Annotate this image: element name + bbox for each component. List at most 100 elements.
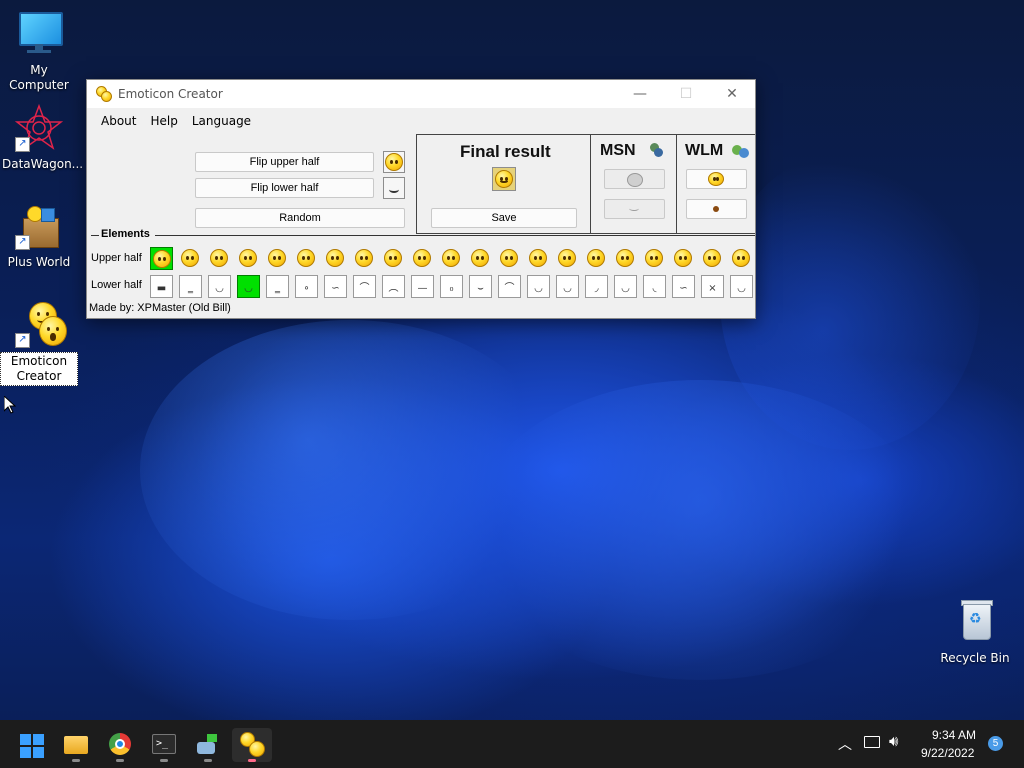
desktop-icon-my-computer[interactable]: My Computer <box>0 10 78 94</box>
lower-half-element[interactable]: — <box>411 275 434 298</box>
show-hidden-icons-button[interactable]: ︿ <box>838 734 852 754</box>
upper-half-label: Upper half <box>91 252 142 264</box>
upper-half-element[interactable] <box>527 247 550 270</box>
taskbar-emoticon-creator[interactable] <box>232 728 272 762</box>
flip-upper-half-button[interactable]: Flip upper half <box>195 152 374 172</box>
lower-half-element[interactable]: ∽ <box>672 275 695 298</box>
smiley-icon <box>495 170 513 188</box>
desktop-icon-emoticon-creator[interactable]: ↗ Emoticon Creator <box>0 300 78 386</box>
network-icon[interactable] <box>864 736 880 748</box>
upper-half-element[interactable] <box>208 247 231 270</box>
wlm-buddy-icon <box>732 143 750 159</box>
upper-half-element[interactable] <box>179 247 202 270</box>
mouth-shape-icon: ⌒ <box>504 282 515 294</box>
flip-lower-half-button[interactable]: Flip lower half <box>195 178 374 198</box>
upper-half-element[interactable] <box>469 247 492 270</box>
smiley-icon <box>616 249 634 267</box>
clock-date[interactable]: 9/22/2022 <box>921 746 974 760</box>
lower-half-element[interactable]: ◡ <box>556 275 579 298</box>
lower-half-element[interactable]: ⌒ <box>498 275 521 298</box>
upper-half-element[interactable] <box>498 247 521 270</box>
lower-half-element[interactable]: ◡ <box>730 275 753 298</box>
volume-icon[interactable]: 🔊︎ <box>889 733 898 750</box>
minimize-button[interactable]: — <box>617 80 663 108</box>
lower-half-element[interactable]: ∘ <box>295 275 318 298</box>
upper-half-element[interactable] <box>266 247 289 270</box>
desktop-icon-datawagon[interactable]: ↗ DataWagon... <box>0 103 83 173</box>
maximize-button[interactable]: ☐ <box>663 80 709 108</box>
upper-half-element[interactable] <box>556 247 579 270</box>
lower-half-element[interactable]: ∽ <box>324 275 347 298</box>
lower-half-element[interactable]: ₀ <box>440 275 463 298</box>
desktop-icon-label: Plus World <box>7 255 71 269</box>
lower-half-element[interactable]: ◟ <box>643 275 666 298</box>
desktop-icon-recycle-bin[interactable]: ♻ Recycle Bin <box>936 598 1014 667</box>
upper-half-element[interactable] <box>295 247 318 270</box>
taskbar-network-app[interactable] <box>188 728 228 762</box>
desktop-icon-label: Emoticon Creator <box>0 352 78 386</box>
save-button[interactable]: Save <box>431 208 577 228</box>
mouth-shape-icon: ▬ <box>156 282 167 294</box>
upper-half-element[interactable] <box>643 247 666 270</box>
wlm-panel: WLM <box>676 134 755 234</box>
notification-badge[interactable]: 5 <box>988 736 1003 751</box>
final-result-preview <box>492 167 516 191</box>
lower-half-element[interactable]: ‗ <box>266 275 289 298</box>
title-bar[interactable]: Emoticon Creator — ☐ ✕ <box>87 80 755 108</box>
lower-half-element[interactable]: × <box>701 275 724 298</box>
smiley-icon <box>442 249 460 267</box>
lower-half-element[interactable]: ◡ <box>614 275 637 298</box>
menu-language[interactable]: Language <box>185 114 258 128</box>
lower-half-element[interactable]: ‗ <box>179 275 202 298</box>
lower-half-element[interactable]: ◡ <box>527 275 550 298</box>
taskbar-file-explorer[interactable] <box>56 728 96 762</box>
desktop-icon-label: Recycle Bin <box>940 651 1010 665</box>
menu-help[interactable]: Help <box>143 114 184 128</box>
start-button[interactable] <box>12 728 52 762</box>
desktop-icon-plus-world[interactable]: ↗ Plus World <box>0 202 78 271</box>
taskbar-chrome[interactable] <box>100 728 140 762</box>
msn-upper-button[interactable] <box>604 169 665 189</box>
upper-half-element[interactable] <box>237 247 260 270</box>
taskbar-terminal[interactable]: >_ <box>144 728 184 762</box>
upper-half-element[interactable] <box>672 247 695 270</box>
upper-half-element[interactable] <box>382 247 405 270</box>
lower-half-element[interactable]: ⌒ <box>353 275 376 298</box>
upper-half-element[interactable] <box>614 247 637 270</box>
upper-half-element[interactable] <box>440 247 463 270</box>
clock-time[interactable]: 9:34 AM <box>932 728 976 742</box>
lower-half-element[interactable]: ◡ <box>208 275 231 298</box>
windows-logo-icon <box>20 734 44 758</box>
lower-half-element[interactable]: ◞ <box>585 275 608 298</box>
mouth-shape-icon: ◡ <box>215 282 224 294</box>
upper-half-element[interactable] <box>585 247 608 270</box>
lower-half-element[interactable]: ▬ <box>150 275 173 298</box>
running-indicator <box>204 759 212 762</box>
upper-half-element[interactable] <box>701 247 724 270</box>
lower-half-element[interactable]: ◡ <box>237 275 260 298</box>
smiley-icon <box>297 249 315 267</box>
random-button[interactable]: Random <box>195 208 405 228</box>
running-indicator <box>160 759 168 762</box>
elements-divider-left <box>91 235 99 236</box>
wlm-upper-button[interactable] <box>686 169 747 189</box>
desktop-icon-label: DataWagon... <box>2 157 84 171</box>
close-button[interactable]: ✕ <box>709 80 755 108</box>
wlm-lower-button[interactable] <box>686 199 747 219</box>
upper-half-element[interactable] <box>150 247 173 270</box>
smiley-icon <box>558 249 576 267</box>
mouth-shape-icon: ◡ <box>737 282 746 294</box>
lower-half-element[interactable]: ⌣ <box>469 275 492 298</box>
msn-buddy-icon <box>648 143 664 159</box>
menu-about[interactable]: About <box>87 114 143 128</box>
msn-lower-button[interactable] <box>604 199 665 219</box>
upper-half-element[interactable] <box>353 247 376 270</box>
upper-half-element[interactable] <box>324 247 347 270</box>
mouse-cursor-icon <box>3 394 17 418</box>
upper-half-element[interactable] <box>730 247 753 270</box>
mouth-shape-icon: ₀ <box>449 282 454 294</box>
lower-half-element[interactable]: ︵ <box>382 275 405 298</box>
mouth-shape-icon: ∽ <box>331 282 340 294</box>
smiley-icon <box>732 249 750 267</box>
upper-half-element[interactable] <box>411 247 434 270</box>
